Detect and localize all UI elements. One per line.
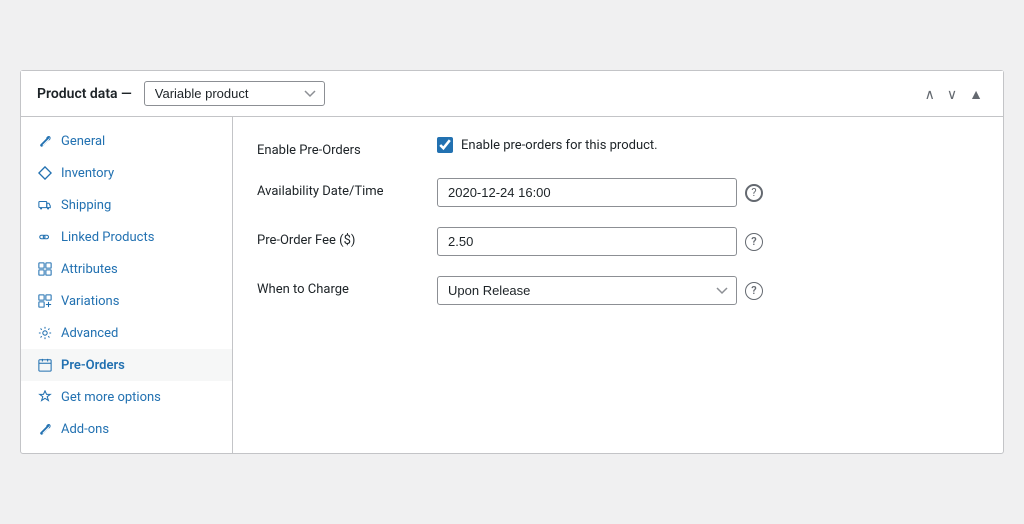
panel-header: Product data — Simple productVariable pr…	[21, 71, 1003, 117]
gear-icon	[37, 325, 53, 341]
sidebar-item-label-linked-products: Linked Products	[61, 230, 154, 245]
preorder-fee-label: Pre-Order Fee ($)	[257, 227, 437, 248]
sidebar-item-shipping[interactable]: Shipping	[21, 189, 232, 221]
main-content: Enable Pre-Orders Enable pre-orders for …	[233, 117, 1003, 453]
sidebar-item-label-general: General	[61, 134, 105, 149]
sidebar-item-general[interactable]: General	[21, 125, 232, 157]
collapse-up-button[interactable]: ∧	[921, 85, 939, 103]
preorder-fee-help-icon[interactable]: ?	[745, 233, 763, 251]
grid-plus-icon	[37, 293, 53, 309]
preorder-fee-field: ?	[437, 227, 979, 256]
availability-datetime-input[interactable]	[437, 178, 737, 207]
grid-icon	[37, 261, 53, 277]
sidebar-item-label-get-more-options: Get more options	[61, 390, 161, 405]
product-type-select[interactable]: Simple productVariable productGrouped pr…	[144, 81, 325, 106]
truck-icon	[37, 197, 53, 213]
sidebar-item-inventory[interactable]: Inventory	[21, 157, 232, 189]
chain-icon	[37, 229, 53, 245]
enable-preorders-checkbox-label[interactable]: Enable pre-orders for this product.	[437, 137, 658, 153]
enable-preorders-checkbox[interactable]	[437, 137, 453, 153]
panel-title: Product data —	[37, 86, 132, 102]
preorder-fee-input[interactable]	[437, 227, 737, 256]
sidebar-item-pre-orders[interactable]: Pre-Orders	[21, 349, 232, 381]
collapse-down-button[interactable]: ∨	[943, 85, 961, 103]
when-to-charge-row: When to Charge Upon ReleaseUpfront ?	[257, 276, 979, 305]
enable-preorders-checkbox-text: Enable pre-orders for this product.	[461, 138, 658, 153]
sidebar-item-label-shipping: Shipping	[61, 198, 111, 213]
sidebar-item-attributes[interactable]: Attributes	[21, 253, 232, 285]
sidebar-item-label-pre-orders: Pre-Orders	[61, 358, 125, 373]
star-icon	[37, 389, 53, 405]
sidebar-item-label-inventory: Inventory	[61, 166, 114, 181]
preorder-fee-row: Pre-Order Fee ($) ?	[257, 227, 979, 256]
when-to-charge-label: When to Charge	[257, 276, 437, 297]
panel-body: General Inventory Shipping Linked Products A…	[21, 117, 1003, 453]
panel-header-left: Product data — Simple productVariable pr…	[37, 81, 325, 106]
sidebar-item-advanced[interactable]: Advanced	[21, 317, 232, 349]
sidebar-item-get-more-options[interactable]: Get more options	[21, 381, 232, 413]
sidebar-item-label-attributes: Attributes	[61, 262, 118, 277]
collapse-toggle-button[interactable]: ▲	[965, 85, 987, 103]
when-to-charge-help-icon[interactable]: ?	[745, 282, 763, 300]
sidebar-item-label-variations: Variations	[61, 294, 119, 309]
availability-datetime-help-icon[interactable]: ?	[745, 184, 763, 202]
sidebar-item-label-add-ons: Add-ons	[61, 422, 109, 437]
calendar-icon	[37, 357, 53, 373]
product-data-panel: Product data — Simple productVariable pr…	[20, 70, 1004, 454]
availability-datetime-field: ?	[437, 178, 979, 207]
sidebar-item-variations[interactable]: Variations	[21, 285, 232, 317]
wrench2-icon	[37, 421, 53, 437]
when-to-charge-select[interactable]: Upon ReleaseUpfront	[437, 276, 737, 305]
wrench-icon	[37, 133, 53, 149]
when-to-charge-field: Upon ReleaseUpfront ?	[437, 276, 979, 305]
enable-preorders-label: Enable Pre-Orders	[257, 137, 437, 158]
sidebar: General Inventory Shipping Linked Products A…	[21, 117, 233, 453]
sidebar-item-linked-products[interactable]: Linked Products	[21, 221, 232, 253]
availability-datetime-row: Availability Date/Time ?	[257, 178, 979, 207]
panel-controls: ∧ ∨ ▲	[921, 85, 987, 103]
sidebar-item-label-advanced: Advanced	[61, 326, 118, 341]
enable-preorders-field: Enable pre-orders for this product.	[437, 137, 979, 153]
sidebar-item-add-ons[interactable]: Add-ons	[21, 413, 232, 445]
availability-datetime-label: Availability Date/Time	[257, 178, 437, 199]
enable-preorders-row: Enable Pre-Orders Enable pre-orders for …	[257, 137, 979, 158]
diamond-icon	[37, 165, 53, 181]
